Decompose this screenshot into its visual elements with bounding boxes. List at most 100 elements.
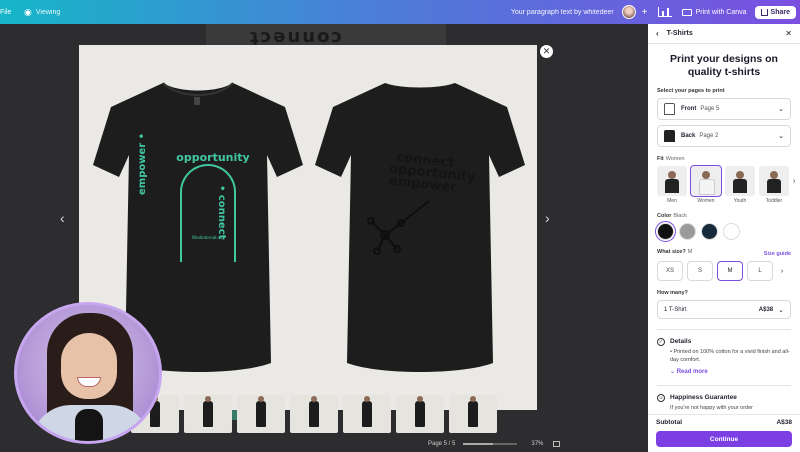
subtotal-value: A$38 <box>776 419 792 426</box>
fit-selected: Women <box>665 156 685 162</box>
mockup-thumbnail[interactable] <box>449 395 497 433</box>
size-options: XS S M L › <box>657 261 791 281</box>
microphone <box>75 409 103 441</box>
guarantee-title: Happiness Guarantee <box>670 394 737 401</box>
chevron-right-icon[interactable]: › <box>777 261 787 281</box>
subtotal-label: Subtotal <box>656 419 682 426</box>
previous-arrow-icon[interactable]: ‹ <box>60 210 65 226</box>
fit-option-label: Toddler <box>765 198 783 204</box>
read-more-link[interactable]: ⌄ Read more <box>670 368 791 375</box>
size-label: What size? M <box>657 249 692 255</box>
quantity-label: How many? <box>657 290 688 296</box>
fit-option-label: Women <box>697 198 715 204</box>
divider <box>657 385 791 386</box>
color-selected: Black <box>673 213 687 219</box>
presenter-webcam <box>14 302 162 444</box>
subtotal-row: Subtotal A$38 <box>656 419 792 426</box>
mockup-thumbnail[interactable] <box>237 395 285 433</box>
file-menu[interactable]: File <box>0 9 14 16</box>
fit-option-label: Youth <box>733 198 747 204</box>
upload-icon <box>760 8 768 16</box>
fullscreen-icon[interactable] <box>553 441 561 447</box>
fit-option-label: Men <box>667 198 677 204</box>
color-swatch-grey[interactable] <box>679 223 696 240</box>
mockup-thumbnail[interactable] <box>184 395 232 433</box>
print-with-canva-button[interactable]: Print with Canva <box>681 8 747 16</box>
details-section: ✓ Details • Printed on 100% cotton for a… <box>657 338 791 375</box>
avatar[interactable] <box>621 5 636 19</box>
continue-button[interactable]: Continue <box>656 431 792 447</box>
zoom-level[interactable]: 37% <box>531 441 543 447</box>
pages-label: Select your pages to print <box>657 88 725 94</box>
mockup-thumbnail[interactable] <box>290 395 338 433</box>
front-page-select[interactable]: Front Page 5 ⌄ <box>657 98 791 120</box>
panel-heading-line: quality t-shirts <box>687 66 761 78</box>
size-option-l[interactable]: L <box>747 261 773 281</box>
size-label-text: What size? <box>657 249 686 255</box>
color-label: Color Black <box>657 213 791 219</box>
panel-heading: Print your designs on quality t-shirts <box>648 53 800 79</box>
panel-header: ‹ T-Shirts ✕ <box>648 24 800 44</box>
pages-section: Select your pages to print Front Page 5 … <box>648 88 800 412</box>
panel-heading-line: Print your designs on <box>670 53 778 65</box>
page-select-value: Page 2 <box>699 133 719 139</box>
read-more-label: Read more <box>676 369 708 375</box>
zoom-slider[interactable] <box>463 443 518 445</box>
details-title: Details <box>670 338 692 345</box>
divider <box>657 329 791 330</box>
fit-image <box>725 166 755 196</box>
fit-option-women[interactable]: Women <box>690 165 722 204</box>
size-selected: M <box>687 249 693 255</box>
back-arrow-icon[interactable]: ‹ <box>656 29 659 38</box>
truck-icon <box>681 8 692 16</box>
fit-label: Fit Women <box>657 156 791 162</box>
print-panel: ‹ T-Shirts ✕ Print your designs on quali… <box>648 24 800 452</box>
top-bar: File ◉ Viewing Your paragraph text by wh… <box>0 0 800 24</box>
color-swatch-white[interactable] <box>723 223 740 240</box>
back-tshirt <box>311 73 529 383</box>
quantity-value: 1 T-Shirt <box>664 306 687 313</box>
fit-option-toddler[interactable]: Toddler <box>759 166 789 204</box>
close-icon[interactable]: ✕ <box>540 45 553 58</box>
color-swatches <box>655 221 791 242</box>
fit-option-men[interactable]: Men <box>657 166 687 204</box>
mockup-thumbnail[interactable] <box>396 395 444 433</box>
fit-image <box>690 165 722 197</box>
insights-icon[interactable] <box>657 7 672 17</box>
details-text: • Printed on 100% cotton for a vivid fin… <box>670 349 790 363</box>
share-button[interactable]: Share <box>754 5 796 19</box>
chevron-right-icon[interactable]: › <box>793 166 795 196</box>
background-design-text: ʇɔǝuuoɔ <box>250 26 345 47</box>
guarantee-section: ☺ Happiness Guarantee If you're not happ… <box>657 394 791 412</box>
chevron-down-icon: ⌄ <box>778 306 784 314</box>
size-guide-link[interactable]: Size guide <box>764 251 791 257</box>
size-option-m[interactable]: M <box>717 261 743 281</box>
panel-tab-title: T-Shirts <box>666 30 693 37</box>
presenter-face <box>61 333 117 399</box>
guarantee-text: If you're not happy with your order <box>670 405 753 411</box>
size-header: What size? M Size guide <box>657 240 791 259</box>
color-swatch-black[interactable] <box>655 221 676 242</box>
front-left-text: empower • <box>137 132 148 195</box>
close-icon[interactable]: ✕ <box>785 29 792 38</box>
plus-icon[interactable]: + <box>642 7 648 18</box>
document-title[interactable]: Your paragraph text by whitedeer <box>511 9 614 16</box>
viewing-status[interactable]: Viewing <box>36 9 60 16</box>
page-select-name: Front <box>681 106 697 112</box>
size-option-xs[interactable]: XS <box>657 261 683 281</box>
fit-options: Men Women Youth Toddler › <box>657 165 795 204</box>
tshirt-back-icon <box>664 130 675 142</box>
back-design-text: connect opportunity empower <box>387 150 476 195</box>
fit-image <box>759 166 789 196</box>
quantity-price: A$38 <box>758 306 774 313</box>
next-arrow-icon[interactable]: › <box>545 210 550 226</box>
chevron-down-icon: ⌄ <box>778 106 784 113</box>
page-indicator: Page 5 / 5 <box>428 441 456 447</box>
size-option-s[interactable]: S <box>687 261 713 281</box>
fit-option-youth[interactable]: Youth <box>725 166 755 204</box>
mockup-thumbnail[interactable] <box>343 395 391 433</box>
page-bar: Page 5 / 5 37% <box>428 441 566 447</box>
back-page-select[interactable]: Back Page 2 ⌄ <box>657 125 791 147</box>
quantity-select[interactable]: 1 T-Shirt A$38 ⌄ <box>657 300 791 319</box>
color-swatch-navy[interactable] <box>701 223 718 240</box>
